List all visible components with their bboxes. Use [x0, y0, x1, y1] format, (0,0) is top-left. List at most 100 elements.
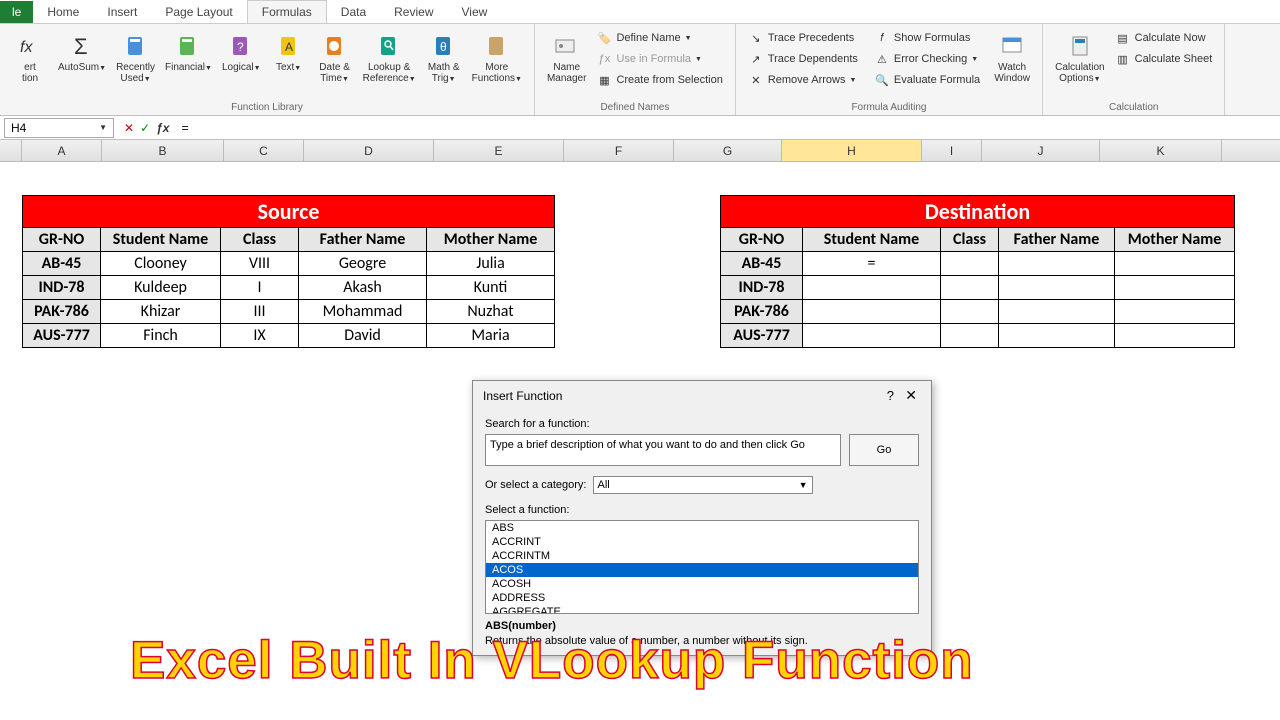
table-cell[interactable]: PAK-786: [721, 300, 803, 324]
table-cell[interactable]: AB-45: [721, 252, 803, 276]
use-in-formula-button[interactable]: ƒxUse in Formula ▼: [592, 49, 726, 69]
category-select[interactable]: All ▼: [593, 476, 813, 494]
tab-data[interactable]: Data: [327, 1, 380, 23]
table-cell[interactable]: [941, 300, 999, 324]
table-cell[interactable]: [1115, 300, 1235, 324]
col-header-I[interactable]: I: [922, 140, 982, 161]
table-cell[interactable]: Finch: [101, 324, 221, 348]
table-cell[interactable]: [1115, 276, 1235, 300]
chevron-down-icon[interactable]: ▼: [99, 123, 107, 132]
table-cell[interactable]: IND-78: [721, 276, 803, 300]
table-cell[interactable]: [941, 252, 999, 276]
table-cell[interactable]: David: [299, 324, 427, 348]
function-list-item[interactable]: ACCRINT: [486, 535, 918, 549]
table-cell[interactable]: [999, 252, 1115, 276]
table-cell[interactable]: AUS-777: [721, 324, 803, 348]
table-cell[interactable]: Kunti: [427, 276, 555, 300]
insert-function-button[interactable]: fx ert tion: [8, 28, 52, 86]
lookup-button[interactable]: Lookup & Reference▼: [359, 28, 420, 86]
remove-arrows-button[interactable]: ✕Remove Arrows ▼: [744, 70, 862, 90]
col-header-A[interactable]: A: [22, 140, 102, 161]
table-cell[interactable]: Maria: [427, 324, 555, 348]
table-cell[interactable]: IND-78: [23, 276, 101, 300]
table-cell[interactable]: [941, 276, 999, 300]
calculate-sheet-button[interactable]: ▥Calculate Sheet: [1111, 49, 1217, 69]
table-cell[interactable]: Mohammad: [299, 300, 427, 324]
select-all[interactable]: [0, 140, 22, 161]
col-header-H[interactable]: H: [782, 140, 922, 161]
function-list-item[interactable]: ACCRINTM: [486, 549, 918, 563]
financial-button[interactable]: Financial▼: [161, 28, 216, 75]
table-cell[interactable]: [941, 324, 999, 348]
col-header-D[interactable]: D: [304, 140, 434, 161]
table-cell[interactable]: Akash: [299, 276, 427, 300]
date-time-button[interactable]: Date & Time▼: [313, 28, 357, 86]
close-icon[interactable]: ✕: [901, 387, 921, 403]
table-cell[interactable]: III: [221, 300, 299, 324]
function-search-input[interactable]: Type a brief description of what you wan…: [485, 434, 841, 466]
more-functions-button[interactable]: More Functions▼: [468, 28, 526, 86]
evaluate-formula-button[interactable]: 🔍Evaluate Formula: [870, 70, 984, 90]
calculate-now-button[interactable]: ▤Calculate Now: [1111, 28, 1217, 48]
tab-view[interactable]: View: [448, 1, 502, 23]
table-cell[interactable]: [1115, 324, 1235, 348]
table-cell[interactable]: [1115, 252, 1235, 276]
table-cell[interactable]: =: [803, 252, 941, 276]
define-name-button[interactable]: 🏷️Define Name ▼: [592, 28, 726, 48]
tab-home[interactable]: Home: [33, 1, 93, 23]
table-cell[interactable]: [999, 300, 1115, 324]
autosum-button[interactable]: Σ AutoSum▼: [54, 28, 110, 75]
table-cell[interactable]: [803, 324, 941, 348]
col-header-B[interactable]: B: [102, 140, 224, 161]
col-header-E[interactable]: E: [434, 140, 564, 161]
function-list-item[interactable]: AGGREGATE: [486, 605, 918, 614]
help-icon[interactable]: ?: [883, 388, 898, 403]
go-button[interactable]: Go: [849, 434, 919, 466]
table-cell[interactable]: AUS-777: [23, 324, 101, 348]
trace-precedents-button[interactable]: ↘Trace Precedents: [744, 28, 862, 48]
calculation-options-button[interactable]: Calculation Options▼: [1051, 28, 1108, 86]
function-list-item[interactable]: ACOS: [486, 563, 918, 577]
table-cell[interactable]: IX: [221, 324, 299, 348]
table-cell[interactable]: Khizar: [101, 300, 221, 324]
table-cell[interactable]: [999, 276, 1115, 300]
formula-input[interactable]: =: [175, 121, 1280, 135]
table-cell[interactable]: I: [221, 276, 299, 300]
show-formulas-button[interactable]: 𝑓Show Formulas: [870, 28, 984, 48]
table-cell[interactable]: Nuzhat: [427, 300, 555, 324]
error-checking-button[interactable]: ⚠Error Checking ▼: [870, 49, 984, 69]
table-cell[interactable]: [999, 324, 1115, 348]
table-cell[interactable]: Kuldeep: [101, 276, 221, 300]
math-button[interactable]: θ Math & Trig▼: [422, 28, 466, 86]
watch-window-button[interactable]: Watch Window: [990, 28, 1034, 86]
fx-button[interactable]: ƒx: [156, 121, 169, 135]
table-cell[interactable]: [803, 276, 941, 300]
col-header-F[interactable]: F: [564, 140, 674, 161]
create-from-selection-button[interactable]: ▦Create from Selection: [592, 70, 726, 90]
function-list-item[interactable]: ADDRESS: [486, 591, 918, 605]
trace-dependents-button[interactable]: ↗Trace Dependents: [744, 49, 862, 69]
col-header-C[interactable]: C: [224, 140, 304, 161]
col-header-K[interactable]: K: [1100, 140, 1222, 161]
table-cell[interactable]: Geogre: [299, 252, 427, 276]
tab-insert[interactable]: Insert: [93, 1, 151, 23]
function-list-item[interactable]: ACOSH: [486, 577, 918, 591]
table-cell[interactable]: [803, 300, 941, 324]
tab-page-layout[interactable]: Page Layout: [151, 1, 246, 23]
recently-used-button[interactable]: Recently Used▼: [112, 28, 159, 86]
table-cell[interactable]: PAK-786: [23, 300, 101, 324]
cancel-icon[interactable]: ✕: [124, 121, 134, 135]
tab-formulas[interactable]: Formulas: [247, 0, 327, 23]
table-cell[interactable]: AB-45: [23, 252, 101, 276]
table-cell[interactable]: Clooney: [101, 252, 221, 276]
col-header-J[interactable]: J: [982, 140, 1100, 161]
table-cell[interactable]: Julia: [427, 252, 555, 276]
logical-button[interactable]: ? Logical▼: [218, 28, 265, 75]
name-box[interactable]: H4 ▼: [4, 118, 114, 138]
function-list-item[interactable]: ABS: [486, 521, 918, 535]
function-list[interactable]: ABSACCRINTACCRINTMACOSACOSHADDRESSAGGREG…: [485, 520, 919, 614]
text-button[interactable]: A Text▼: [267, 28, 311, 75]
tab-review[interactable]: Review: [380, 1, 447, 23]
file-tab[interactable]: le: [0, 1, 33, 23]
table-cell[interactable]: VIII: [221, 252, 299, 276]
